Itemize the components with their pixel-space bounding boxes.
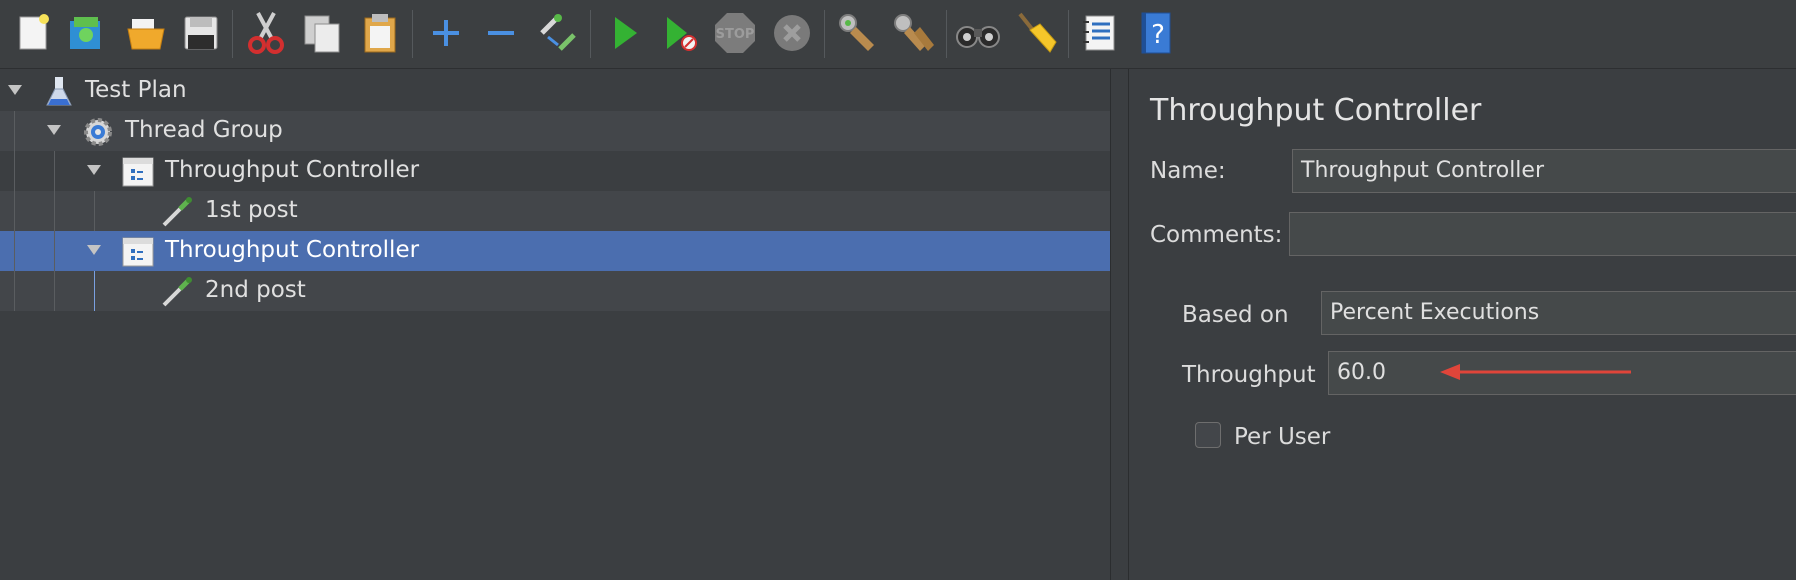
- search-button[interactable]: [954, 8, 1002, 58]
- tree-node-throughput-controller-1[interactable]: Throughput Controller: [0, 151, 1110, 191]
- paste-icon: [364, 14, 396, 53]
- function-helper-button[interactable]: [1076, 8, 1124, 58]
- expand-toggle-icon[interactable]: [87, 245, 101, 255]
- tree-node-label: Test Plan: [85, 77, 187, 103]
- tree-node-label: Thread Group: [125, 117, 283, 143]
- templates-button[interactable]: [62, 8, 110, 58]
- controller-icon: [122, 157, 154, 187]
- search-icon: [956, 26, 1000, 48]
- tree-node-label: Throughput Controller: [165, 237, 420, 263]
- red-arrow-annotation: [1440, 364, 1631, 380]
- panel-splitter[interactable]: [1110, 69, 1129, 580]
- name-label: Name:: [1150, 158, 1226, 184]
- save-icon: [184, 16, 218, 50]
- tree-node-thread-group[interactable]: Thread Group: [0, 111, 1110, 151]
- new-icon: [19, 14, 49, 50]
- tree-node-label: Throughput Controller: [165, 157, 420, 183]
- controller-icon: [122, 237, 154, 267]
- throughput-label: Throughput: [1182, 362, 1316, 388]
- clear-all-icon: [894, 14, 934, 51]
- flask-icon: [46, 77, 72, 106]
- start-no-timers-button[interactable]: [656, 8, 704, 58]
- tree-node-2nd-post[interactable]: 2nd post: [0, 271, 1110, 311]
- templates-icon: [70, 17, 100, 49]
- open-icon: [127, 19, 165, 50]
- based-on-label: Based on: [1182, 302, 1289, 328]
- clear-all-button[interactable]: [889, 8, 937, 58]
- copy-button[interactable]: [298, 8, 346, 58]
- panel-title: Throughput Controller: [1150, 93, 1482, 128]
- comments-field[interactable]: [1289, 212, 1796, 256]
- start-button[interactable]: [600, 8, 648, 58]
- tree-node-1st-post[interactable]: 1st post: [0, 191, 1110, 231]
- clear-icon: [839, 14, 874, 51]
- open-button[interactable]: [122, 8, 170, 58]
- comments-label: Comments:: [1150, 222, 1283, 248]
- tree-node-label: 1st post: [205, 197, 298, 223]
- expand-toggle-icon[interactable]: [47, 125, 61, 135]
- stop-button[interactable]: STOP: [711, 8, 759, 58]
- shutdown-button[interactable]: [768, 8, 816, 58]
- reset-search-icon: [1018, 12, 1057, 53]
- toolbar: STOP ?: [0, 0, 1796, 69]
- gear-icon: [84, 118, 112, 146]
- collapse-icon: [488, 31, 514, 35]
- toggle-button[interactable]: [532, 8, 580, 58]
- shutdown-icon: [774, 15, 810, 51]
- tree-node-test-plan[interactable]: Test Plan: [0, 71, 1110, 111]
- expand-toggle-icon[interactable]: [87, 165, 101, 175]
- throughput-value: 60.0: [1337, 360, 1386, 385]
- copy-icon: [304, 15, 340, 53]
- function-helper-icon: [1083, 15, 1115, 51]
- tree-node-label: 2nd post: [205, 277, 306, 303]
- per-user-checkbox[interactable]: [1195, 422, 1221, 448]
- save-button[interactable]: [177, 8, 225, 58]
- new-button[interactable]: [10, 8, 58, 58]
- clear-button[interactable]: [832, 8, 880, 58]
- tree-node-throughput-controller-2[interactable]: Throughput Controller: [0, 231, 1110, 271]
- name-field[interactable]: Throughput Controller: [1292, 149, 1796, 193]
- cut-icon: [248, 12, 284, 54]
- svg-text:?: ?: [1151, 20, 1165, 50]
- help-button[interactable]: ?: [1132, 8, 1180, 58]
- reset-search-button[interactable]: [1012, 8, 1060, 58]
- start-no-timers-icon: [667, 17, 697, 51]
- toggle-icon: [540, 14, 576, 51]
- collapse-button[interactable]: [477, 8, 525, 58]
- based-on-select[interactable]: Percent Executions: [1321, 291, 1796, 335]
- per-user-label: Per User: [1234, 424, 1331, 450]
- start-icon: [615, 17, 637, 49]
- expand-button[interactable]: [422, 8, 470, 58]
- stop-icon-text: STOP: [716, 27, 755, 42]
- pipette-icon: [162, 277, 192, 307]
- expand-icon: [433, 20, 459, 46]
- expand-toggle-icon[interactable]: [8, 85, 22, 95]
- pipette-icon: [162, 197, 192, 227]
- stop-icon: STOP: [715, 13, 755, 53]
- cut-button[interactable]: [242, 8, 290, 58]
- help-icon: ?: [1141, 12, 1171, 54]
- paste-button[interactable]: [356, 8, 404, 58]
- test-plan-tree: Test Plan Thread Group Throughput Contro…: [0, 69, 1110, 580]
- throughput-controller-panel: Throughput Controller Name: Throughput C…: [1129, 69, 1796, 580]
